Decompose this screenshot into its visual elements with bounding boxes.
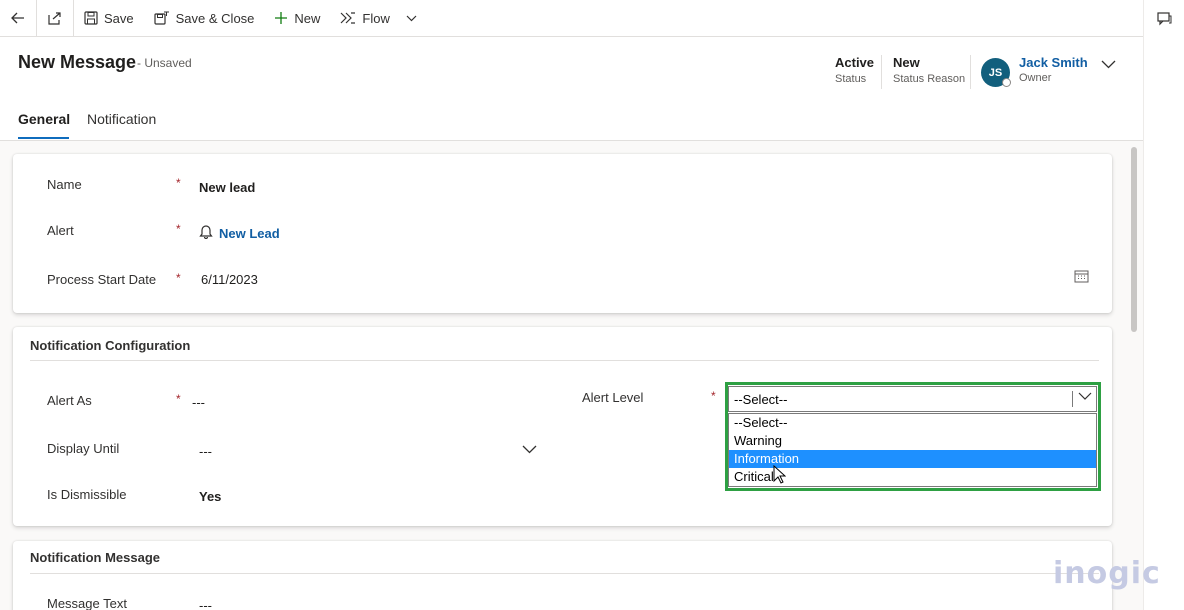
- back-button[interactable]: [0, 0, 37, 36]
- flow-dropdown-button[interactable]: [400, 0, 423, 36]
- form-header: New Message - Unsaved Active Status New …: [0, 37, 1143, 141]
- tab-general[interactable]: General: [18, 111, 70, 127]
- section-title: Notification Configuration: [30, 338, 191, 353]
- required-marker: *: [711, 389, 716, 403]
- save-button[interactable]: Save: [74, 0, 144, 36]
- process-start-date-label: Process Start Date: [47, 272, 157, 287]
- command-bar: Save Save & Close New Flow: [0, 0, 1143, 37]
- display-until-field[interactable]: ---: [199, 444, 212, 459]
- presence-status-icon: [1002, 78, 1011, 87]
- message-text-field[interactable]: ---: [199, 598, 212, 610]
- process-start-date-field[interactable]: 6/11/2023: [201, 272, 258, 287]
- new-button[interactable]: New: [264, 0, 330, 36]
- flow-button[interactable]: Flow: [330, 0, 399, 36]
- display-until-label: Display Until: [47, 441, 120, 456]
- message-text-label: Message Text: [47, 596, 127, 610]
- plus-icon: [275, 12, 288, 24]
- status-reason-label: Status Reason: [893, 73, 966, 85]
- new-label: New: [294, 10, 321, 26]
- required-marker: *: [176, 176, 181, 190]
- is-dismissible-field[interactable]: Yes: [199, 489, 221, 504]
- status-reason-value: New: [893, 55, 920, 70]
- save-close-icon: [154, 11, 169, 25]
- save-close-label: Save & Close: [175, 10, 255, 26]
- header-status: Active Status: [835, 55, 875, 86]
- back-arrow-icon: [11, 12, 24, 24]
- chevron-down-icon: [1101, 60, 1116, 69]
- alert-as-field[interactable]: ---: [192, 395, 205, 410]
- alert-level-label: Alert Level: [582, 390, 644, 405]
- watermark-logo: inogic: [1053, 556, 1161, 591]
- section-divider: [30, 360, 1099, 361]
- tab-notification[interactable]: Notification: [87, 111, 156, 127]
- calendar-icon[interactable]: [1074, 269, 1089, 283]
- open-in-new-window-button[interactable]: [37, 0, 74, 36]
- header-expand-button[interactable]: [1101, 57, 1116, 72]
- flow-label: Flow: [362, 10, 390, 26]
- flow-icon: [340, 12, 356, 24]
- status-value: Active: [835, 55, 875, 70]
- right-rail: [1143, 0, 1184, 610]
- header-divider: [881, 55, 882, 89]
- alert-lookup-link[interactable]: New Lead: [219, 226, 280, 241]
- required-marker: *: [176, 392, 181, 406]
- notification-message-section: Notification Message Message Text ---: [13, 541, 1112, 610]
- mouse-cursor-icon: [773, 465, 786, 484]
- chevron-down-icon[interactable]: [522, 445, 537, 454]
- alert-as-label: Alert As: [47, 393, 92, 408]
- chat-icon[interactable]: [1157, 12, 1172, 26]
- header-divider: [970, 55, 971, 89]
- owner-label: Owner: [1019, 72, 1052, 84]
- save-icon: [84, 11, 98, 25]
- required-marker: *: [176, 222, 181, 236]
- page-title: New Message: [18, 52, 137, 72]
- form-scrollbar[interactable]: [1131, 147, 1137, 332]
- name-label: Name: [47, 177, 82, 192]
- bell-icon: [199, 225, 213, 239]
- name-field[interactable]: New lead: [199, 180, 255, 195]
- unsaved-indicator: - Unsaved: [137, 56, 192, 70]
- chevron-down-icon: [406, 15, 417, 21]
- active-tab-indicator: [18, 137, 69, 139]
- save-label: Save: [104, 10, 134, 26]
- status-label: Status: [835, 73, 867, 85]
- save-and-close-button[interactable]: Save & Close: [144, 0, 265, 36]
- section-title: Notification Message: [30, 550, 161, 565]
- general-section: Name * New lead Alert * New Lead Process…: [13, 154, 1112, 313]
- popout-icon: [48, 11, 61, 25]
- owner-name-link[interactable]: Jack Smith: [1019, 55, 1088, 70]
- is-dismissible-label: Is Dismissible: [47, 487, 127, 502]
- header-status-reason: New Status Reason: [893, 55, 966, 86]
- section-divider: [30, 573, 1099, 574]
- required-marker: *: [176, 271, 181, 285]
- alert-label: Alert: [47, 223, 74, 238]
